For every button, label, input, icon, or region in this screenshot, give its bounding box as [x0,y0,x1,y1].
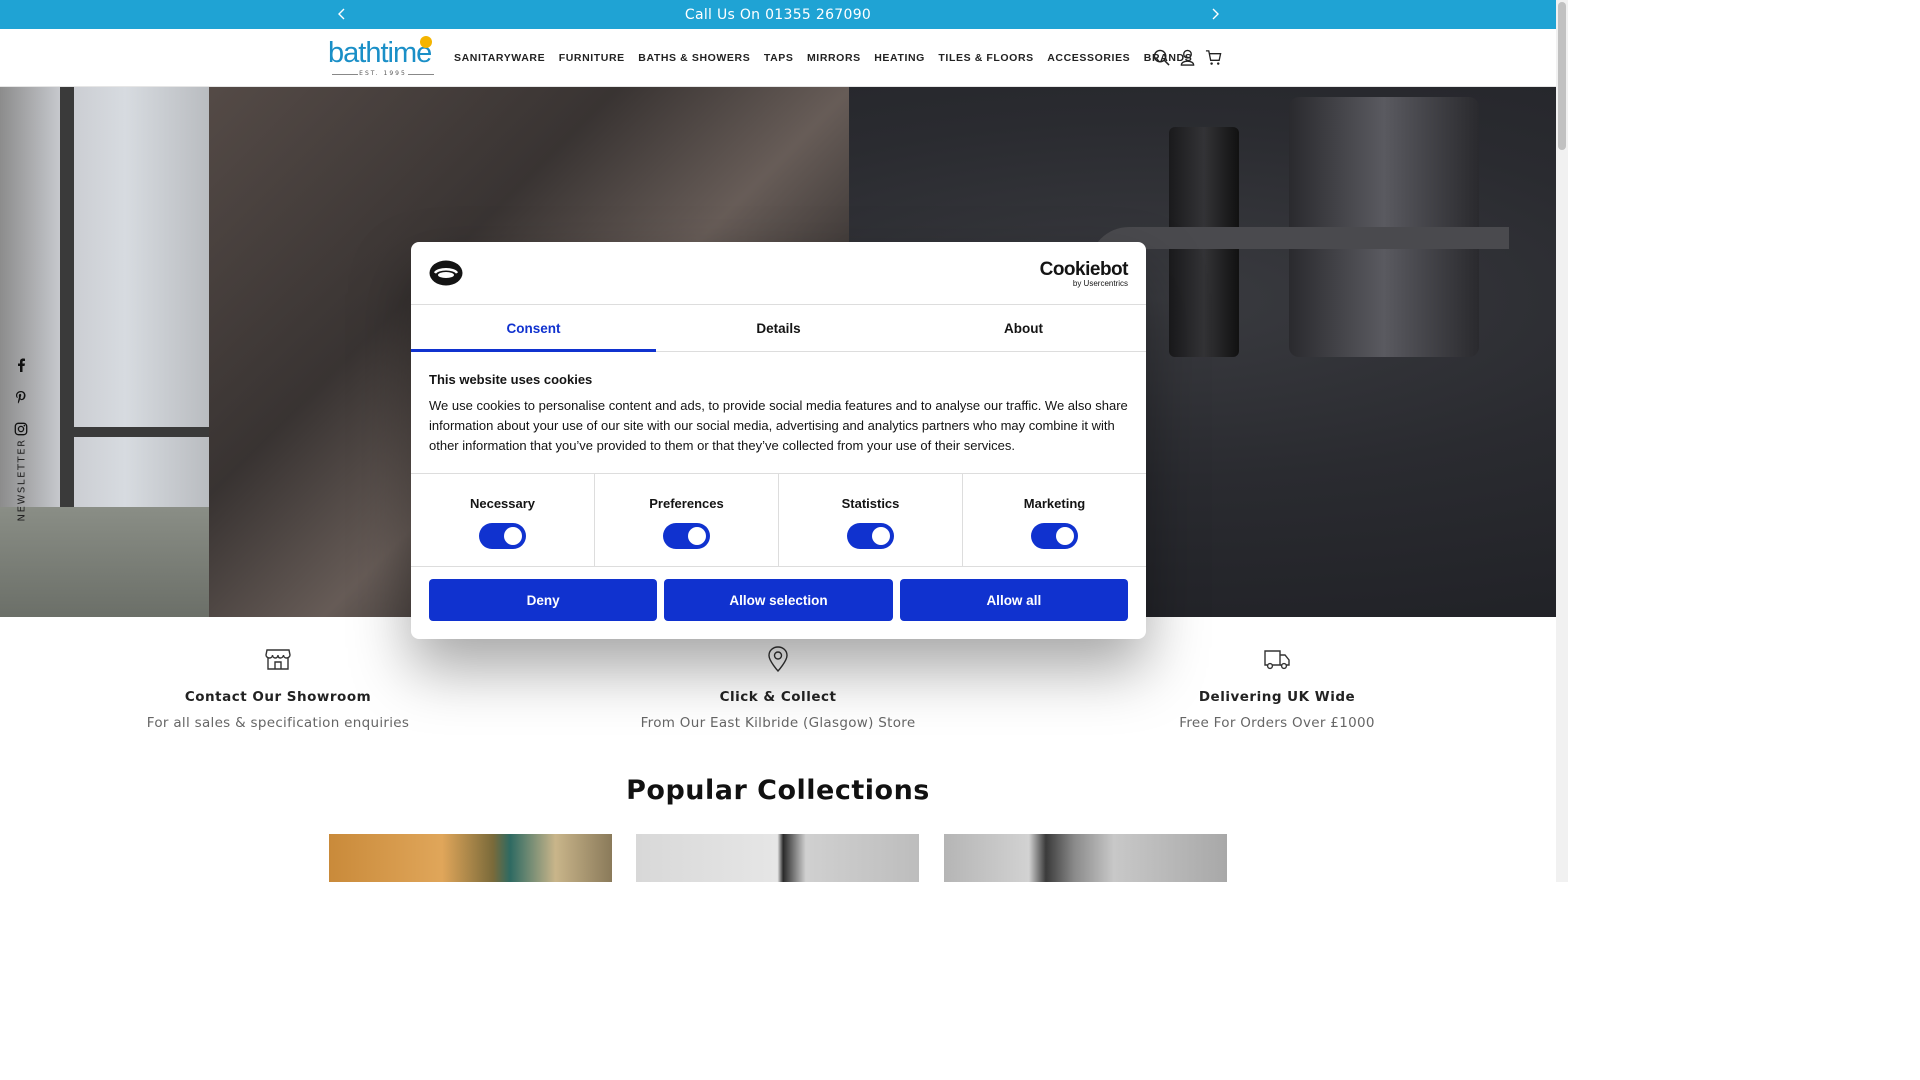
header-icons [1152,47,1222,67]
feature-subtitle: For all sales & specification enquiries [146,715,410,731]
chevron-right-icon[interactable] [1204,3,1226,25]
toggle-group-marketing: Marketing [963,474,1146,566]
nav-item-tiles-floors[interactable]: TILES & FLOORS [938,52,1033,64]
cookie-tabs: Consent Details About [411,305,1146,352]
nav-item-taps[interactable]: TAPS [764,52,794,64]
toggle-label: Preferences [649,496,724,511]
announcement-text[interactable]: Call Us On 01355 267090 [685,7,871,23]
account-icon[interactable] [1178,47,1196,67]
search-icon[interactable] [1152,47,1170,67]
store-icon [118,645,438,675]
nav-item-baths-showers[interactable]: BATHS & SHOWERS [638,52,750,64]
logo-sun-icon [420,36,432,48]
collection-card-image[interactable] [329,834,612,882]
deny-button[interactable]: Deny [429,579,658,621]
cookiebot-brand[interactable]: Cookiebot by Usercentrics [1039,259,1129,289]
social-rail [12,356,30,438]
toggle-group-statistics: Statistics [779,474,963,566]
preferences-toggle[interactable] [663,523,710,549]
toggle-label: Marketing [1023,496,1086,511]
site-logo[interactable]: bathtime EST. 1995 [328,36,438,79]
delivery-truck-icon [1117,645,1437,675]
hero-side-image [0,87,209,617]
nav-item-accessories[interactable]: ACCESSORIES [1047,52,1130,64]
toggle-group-necessary: Necessary [411,474,595,566]
nav-item-mirrors[interactable]: MIRRORS [807,52,861,64]
feature-subtitle: Free For Orders Over £1000 [1179,715,1375,731]
cookiebot-brand-name: Cookiebot [1039,259,1129,280]
main-nav: SANITARYWARE FURNITURE BATHS & SHOWERS T… [454,29,1206,86]
nav-item-sanitaryware[interactable]: SANITARYWARE [454,52,545,64]
cookie-heading: This website uses cookies [429,372,593,387]
cart-icon[interactable] [1204,47,1222,67]
cookie-consent-dialog: Cookiebot by Usercentrics Consent Detail… [411,242,1146,639]
allow-selection-button[interactable]: Allow selection [664,579,893,621]
nav-item-heating[interactable]: HEATING [874,52,925,64]
feature-contact-showroom[interactable]: Contact Our Showroom For all sales & spe… [118,645,438,731]
toggle-group-preferences: Preferences [595,474,779,566]
allow-all-button[interactable]: Allow all [899,579,1128,621]
toggle-label: Necessary [469,496,536,511]
collection-card-image[interactable] [636,834,919,882]
collection-card-image[interactable] [944,834,1227,882]
marketing-toggle[interactable] [1031,523,1078,549]
toggle-label: Statistics [841,496,900,511]
statistics-toggle[interactable] [847,523,894,549]
newsletter-tab[interactable]: NEWSLETTER [17,438,28,521]
instagram-icon[interactable] [12,420,30,438]
nav-item-furniture[interactable]: FURNITURE [559,52,625,64]
announcement-bar: Call Us On 01355 267090 [0,0,1556,29]
feature-delivering-uk[interactable]: Delivering UK Wide Free For Orders Over … [1117,645,1437,731]
cookiebot-brand-sub: by Usercentrics [1072,279,1128,288]
tab-consent[interactable]: Consent [411,305,656,352]
tab-details[interactable]: Details [656,305,901,351]
scrollbar-thumb[interactable] [1558,2,1566,150]
site-header: bathtime EST. 1995 SANITARYWARE FURNITUR… [0,29,1556,87]
cookie-category-toggles: Necessary Preferences Statistics Marketi… [411,474,1146,567]
cookie-dialog-header: Cookiebot by Usercentrics [411,242,1146,305]
feature-title: Contact Our Showroom [184,689,372,705]
facebook-icon[interactable] [12,356,30,374]
cookie-buttons: Deny Allow selection Allow all [411,567,1146,621]
logo-wordmark: bathtime [328,37,432,69]
feature-title: Delivering UK Wide [1198,689,1356,705]
cookie-logo-icon [429,260,463,286]
cookie-body: This website uses cookies We use cookies… [411,352,1146,474]
feature-subtitle: From Our East Kilbride (Glasgow) Store [640,715,916,731]
location-pin-icon [618,645,938,675]
necessary-toggle[interactable] [479,523,526,549]
feature-click-collect[interactable]: Click & Collect From Our East Kilbride (… [618,645,938,731]
cookie-description: We use cookies to personalise content an… [429,398,1128,453]
page-scrollbar[interactable] [1556,0,1568,882]
pinterest-icon[interactable] [12,388,30,406]
tab-about[interactable]: About [901,305,1146,351]
logo-est: EST. 1995 [332,70,434,77]
popular-collections-title: Popular Collections [626,775,930,806]
feature-title: Click & Collect [719,689,837,705]
chevron-left-icon[interactable] [331,3,353,25]
